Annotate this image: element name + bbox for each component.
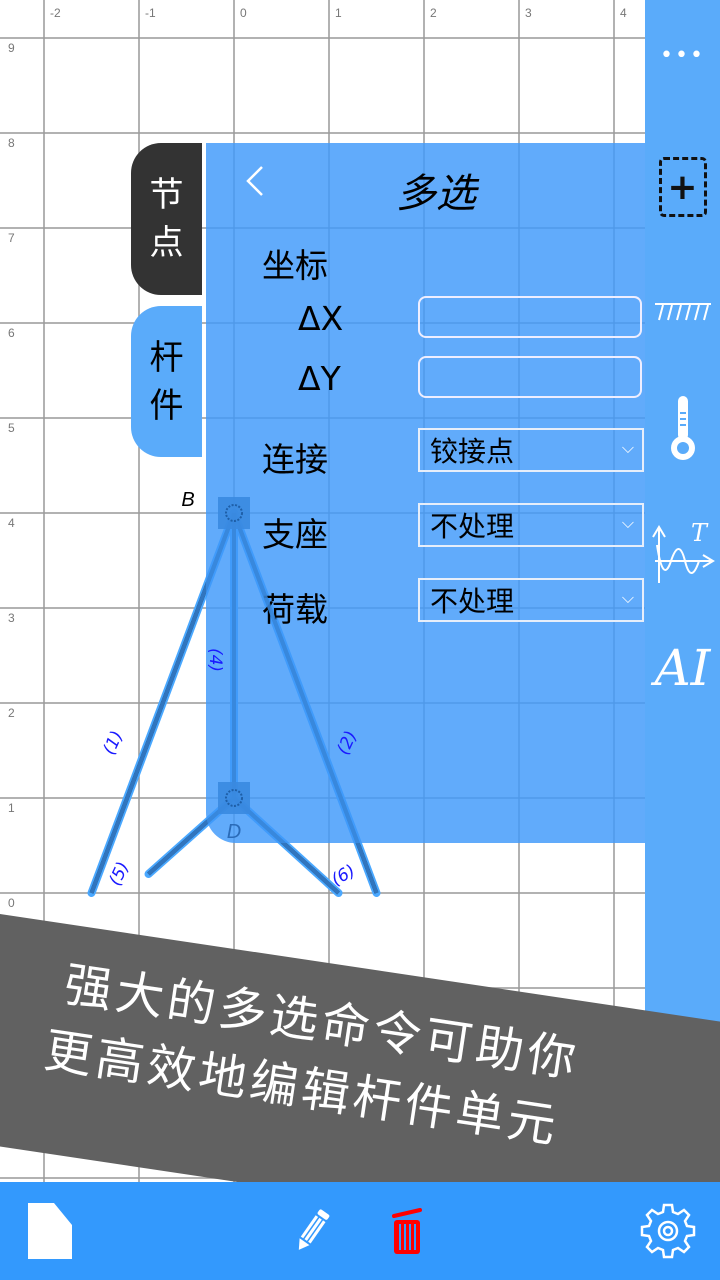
y-axis-label: 9 <box>8 41 15 55</box>
support-label: 支座 <box>262 515 328 554</box>
delete-button[interactable] <box>378 1194 438 1268</box>
ai-icon: AI <box>654 638 711 697</box>
y-axis-label: 5 <box>8 421 15 435</box>
dy-label: ΔY <box>298 359 341 398</box>
file-button[interactable] <box>20 1194 80 1268</box>
add-selection-button[interactable]: + <box>645 152 720 222</box>
tab-node-char1: 节 <box>149 175 184 215</box>
support-value: 不处理 <box>430 510 515 543</box>
x-axis-label: -2 <box>50 6 61 20</box>
dx-input[interactable] <box>418 296 642 338</box>
load-label: 荷载 <box>262 590 328 629</box>
y-axis-label: 6 <box>8 326 15 340</box>
back-button[interactable] <box>240 161 280 211</box>
x-axis-label: 3 <box>525 6 532 20</box>
right-toolbar: ••• + T AI ? <box>645 0 720 1182</box>
temperature-button[interactable] <box>645 390 720 465</box>
dynamic-analysis-button[interactable]: T <box>645 510 720 590</box>
x-axis-label: 2 <box>430 6 437 20</box>
y-axis-label: 4 <box>8 516 15 530</box>
dynamic-wave-icon: T <box>651 519 715 583</box>
thermometer-icon <box>670 395 695 460</box>
y-axis-label: 2 <box>8 706 15 720</box>
connection-select[interactable]: 铰接点 ⌵ <box>418 428 644 472</box>
chevron-down-icon: ⌵ <box>621 513 634 532</box>
y-axis-label: 3 <box>8 611 15 625</box>
dy-input[interactable] <box>418 356 642 398</box>
chevron-left-icon <box>246 166 263 196</box>
panel-title: 多选 <box>396 171 476 217</box>
pencil-icon <box>298 1209 330 1250</box>
add-selection-icon: + <box>658 157 707 217</box>
x-axis-label: 1 <box>335 6 342 20</box>
tab-node[interactable]: 节 点 <box>131 143 202 295</box>
load-value: 不处理 <box>430 585 515 618</box>
chevron-down-icon: ⌵ <box>621 588 634 607</box>
chevron-down-icon: ⌵ <box>621 438 634 457</box>
bottom-toolbar <box>0 1182 720 1280</box>
tab-member[interactable]: 杆 件 <box>131 306 202 457</box>
coord-label: 坐标 <box>262 246 328 285</box>
y-axis-label: 0 <box>8 896 15 910</box>
x-axis-label: -1 <box>145 6 156 20</box>
y-axis-label: 7 <box>8 231 15 245</box>
trash-icon <box>392 1208 422 1254</box>
settings-button[interactable] <box>636 1194 700 1268</box>
more-icon: ••• <box>660 42 705 68</box>
tab-member-char1: 杆 <box>149 337 184 378</box>
fixed-support-button[interactable] <box>645 295 720 335</box>
load-select[interactable]: 不处理 ⌵ <box>418 578 644 622</box>
y-axis-label: 1 <box>8 801 15 815</box>
x-axis-label: 4 <box>620 6 627 20</box>
y-axis-label: 8 <box>8 136 15 150</box>
file-icon <box>28 1203 72 1259</box>
svg-text:T: T <box>691 519 709 547</box>
tab-member-char2: 件 <box>149 385 184 426</box>
support-select[interactable]: 不处理 ⌵ <box>418 503 644 547</box>
connection-label: 连接 <box>262 440 328 479</box>
dx-label: ΔX <box>298 299 344 338</box>
gear-icon <box>640 1203 696 1259</box>
multi-select-panel: 多选 坐标 ΔX ΔY 连接 铰接点 ⌵ 支座 不处理 ⌵ 荷载 不处理 ⌵ <box>206 143 645 843</box>
tab-node-char2: 点 <box>149 223 184 263</box>
edit-button[interactable] <box>282 1194 342 1268</box>
fixed-support-icon <box>654 303 711 321</box>
ai-button[interactable]: AI <box>645 630 720 705</box>
more-button[interactable]: ••• <box>645 30 720 80</box>
x-axis-label: 0 <box>240 6 247 20</box>
connection-value: 铰接点 <box>430 435 515 468</box>
